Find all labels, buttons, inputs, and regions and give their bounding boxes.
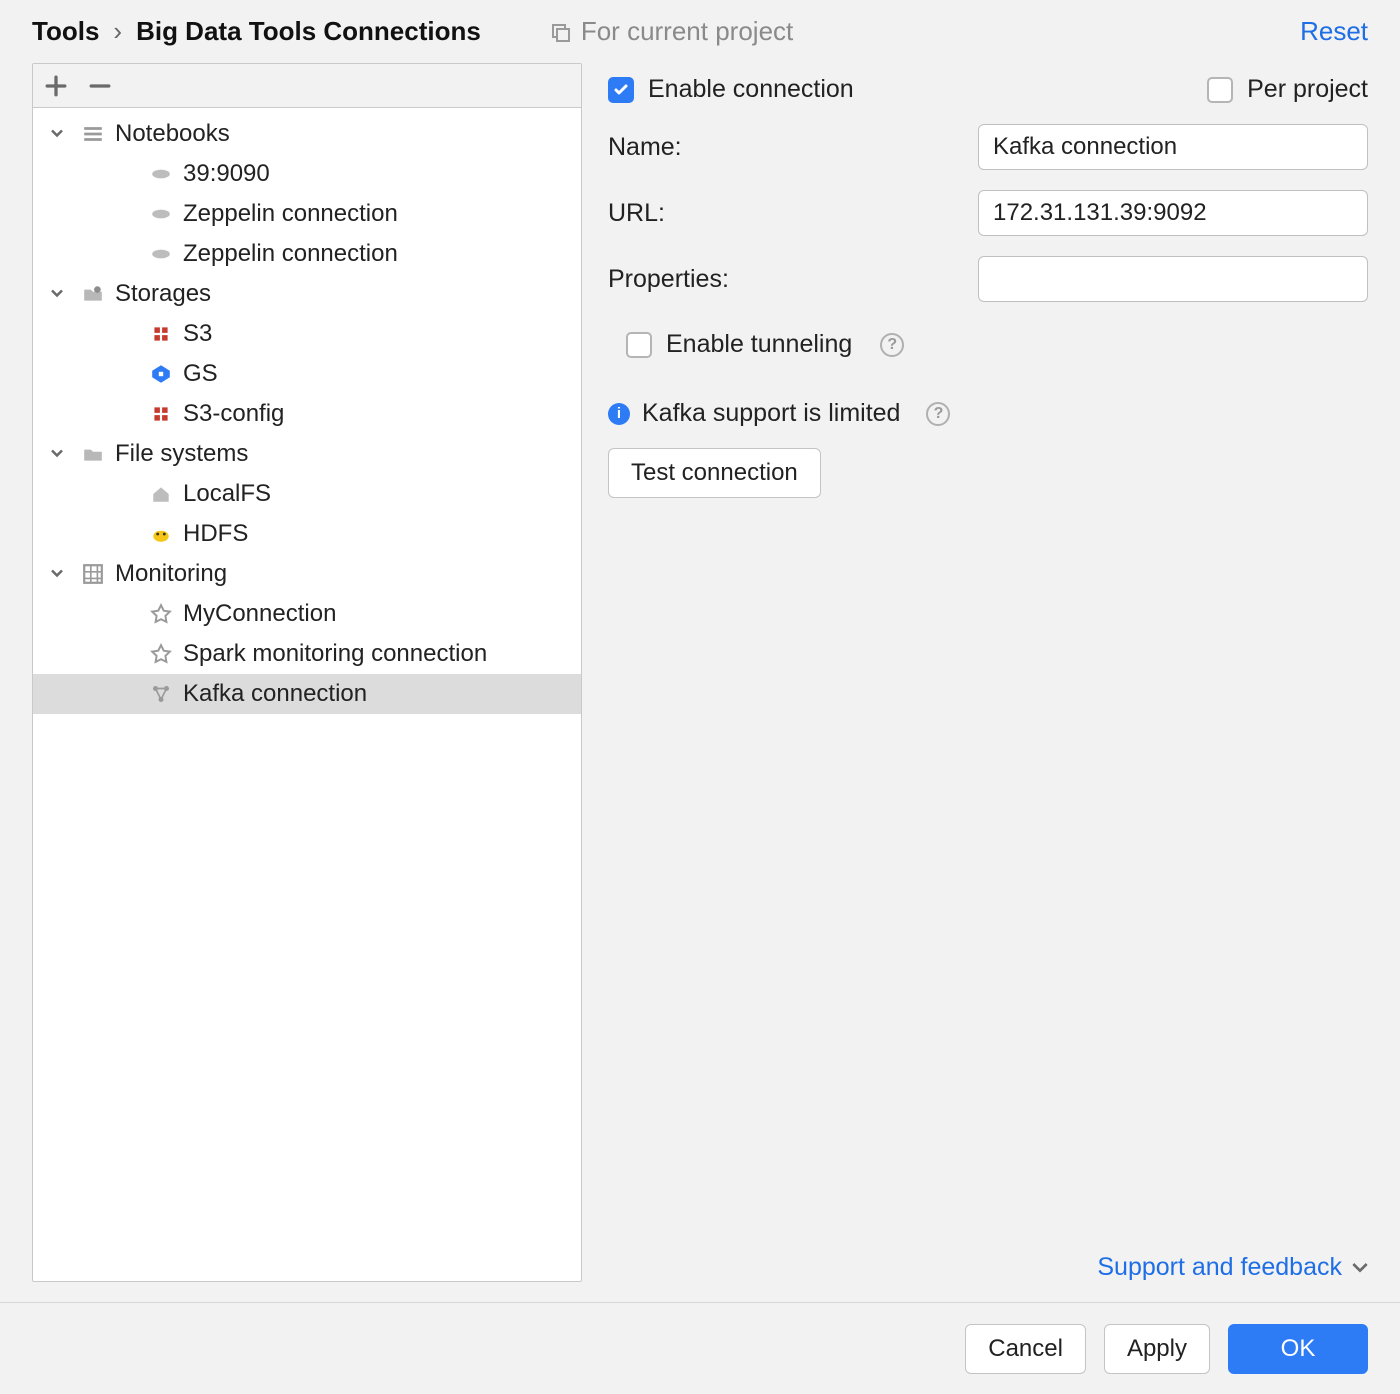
tree-group-label: Notebooks <box>115 120 230 148</box>
tree-item-localfs[interactable]: LocalFS <box>33 474 581 514</box>
tree-group-label: Storages <box>115 280 211 308</box>
tree-item-s3[interactable]: S3 <box>33 314 581 354</box>
support-feedback-link[interactable]: Support and feedback <box>1097 1253 1342 1282</box>
tree-item-label: MyConnection <box>183 600 336 628</box>
tree-item-zeppelin-1[interactable]: Zeppelin connection <box>33 194 581 234</box>
scope-label: For current project <box>581 16 793 47</box>
tree-item-myconn[interactable]: MyConnection <box>33 594 581 634</box>
connections-tree[interactable]: Notebooks 39:9090 Zeppelin connection Zeppe… <box>33 108 581 1281</box>
tree-group-filesystems[interactable]: File systems <box>33 434 581 474</box>
test-connection-button[interactable]: Test connection <box>608 448 821 498</box>
url-input[interactable] <box>978 190 1368 236</box>
chevron-down-icon <box>47 563 69 585</box>
tree-group-storages[interactable]: Storages <box>33 274 581 314</box>
tree-item-label: 39:9090 <box>183 160 270 188</box>
zeppelin-icon <box>149 202 173 226</box>
per-project-label: Per project <box>1247 75 1368 104</box>
support-notice: Kafka support is limited <box>642 399 900 428</box>
enable-tunneling-label: Enable tunneling <box>666 330 852 359</box>
tree-item-label: S3-config <box>183 400 284 428</box>
connections-panel: Notebooks 39:9090 Zeppelin connection Zeppe… <box>32 63 582 1282</box>
tree-item-label: HDFS <box>183 520 248 548</box>
dialog-footer: Cancel Apply OK <box>0 1302 1400 1394</box>
project-scope-icon <box>551 22 571 42</box>
tunneling-help-icon[interactable]: ? <box>880 333 904 357</box>
breadcrumb-root[interactable]: Tools <box>32 16 99 47</box>
tree-item-label: LocalFS <box>183 480 271 508</box>
tree-item-gs[interactable]: GS <box>33 354 581 394</box>
per-project-checkbox[interactable] <box>1207 77 1233 103</box>
home-icon <box>149 482 173 506</box>
tree-item-label: Spark monitoring connection <box>183 640 487 668</box>
breadcrumb-page: Big Data Tools Connections <box>136 16 481 47</box>
chevron-down-icon <box>47 283 69 305</box>
ok-button[interactable]: OK <box>1228 1324 1368 1374</box>
tree-item-label: S3 <box>183 320 212 348</box>
stack-icon <box>81 122 105 146</box>
apply-button[interactable]: Apply <box>1104 1324 1210 1374</box>
chevron-down-icon <box>47 443 69 465</box>
tree-group-label: Monitoring <box>115 560 227 588</box>
gs-icon <box>149 362 173 386</box>
tree-item-label: Zeppelin connection <box>183 240 398 268</box>
reset-link[interactable]: Reset <box>1300 16 1368 47</box>
hadoop-icon <box>149 522 173 546</box>
tree-item-kafka[interactable]: Kafka connection <box>33 674 581 714</box>
tree-item-s3config[interactable]: S3-config <box>33 394 581 434</box>
info-icon: i <box>608 403 630 425</box>
connection-form: Enable connection Per project Name: URL:… <box>608 63 1368 1282</box>
add-connection-button[interactable] <box>43 73 69 99</box>
remove-connection-button[interactable] <box>87 73 113 99</box>
tree-group-label: File systems <box>115 440 248 468</box>
enable-tunneling-checkbox[interactable] <box>626 332 652 358</box>
tree-item-conn-39-9090[interactable]: 39:9090 <box>33 154 581 194</box>
tree-group-notebooks[interactable]: Notebooks <box>33 114 581 154</box>
dropdown-caret-icon[interactable] <box>1352 1262 1368 1274</box>
url-label: URL: <box>608 199 978 228</box>
header-breadcrumb: Tools › Big Data Tools Connections For c… <box>0 0 1400 63</box>
properties-input[interactable] <box>978 256 1368 302</box>
tree-item-label: Zeppelin connection <box>183 200 398 228</box>
properties-label: Properties: <box>608 265 978 294</box>
tree-item-label: GS <box>183 360 218 388</box>
zeppelin-icon <box>149 242 173 266</box>
name-label: Name: <box>608 133 978 162</box>
s3-icon <box>149 322 173 346</box>
tree-item-label: Kafka connection <box>183 680 367 708</box>
s3-icon <box>149 402 173 426</box>
folder-icon <box>81 442 105 466</box>
nodes-icon <box>149 682 173 706</box>
scope-indicator: For current project <box>551 16 793 47</box>
enable-connection-label: Enable connection <box>648 75 854 104</box>
tree-group-monitoring[interactable]: Monitoring <box>33 554 581 594</box>
cancel-button[interactable]: Cancel <box>965 1324 1086 1374</box>
tree-toolbar <box>33 64 581 108</box>
star-icon <box>149 602 173 626</box>
grid-icon <box>81 562 105 586</box>
star-icon <box>149 642 173 666</box>
breadcrumb-separator: › <box>113 16 122 47</box>
chevron-down-icon <box>47 123 69 145</box>
enable-connection-checkbox[interactable] <box>608 77 634 103</box>
folder-gear-icon <box>81 282 105 306</box>
tree-item-hdfs[interactable]: HDFS <box>33 514 581 554</box>
tree-item-zeppelin-2[interactable]: Zeppelin connection <box>33 234 581 274</box>
support-help-icon[interactable]: ? <box>926 402 950 426</box>
name-input[interactable] <box>978 124 1368 170</box>
zeppelin-icon <box>149 162 173 186</box>
tree-item-spark-mon[interactable]: Spark monitoring connection <box>33 634 581 674</box>
